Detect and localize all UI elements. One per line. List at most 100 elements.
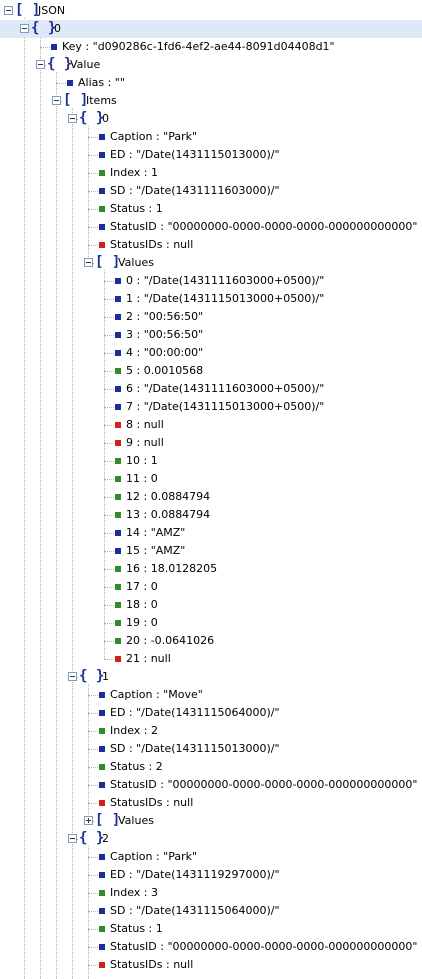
number-value-icon	[115, 458, 121, 464]
tree-node-label: StatusIDs : null	[110, 958, 194, 971]
tree-node-label: StatusID : "00000000-0000-0000-0000-0000…	[110, 220, 418, 233]
tree-node-row[interactable]: { } 2	[0, 830, 422, 848]
tree-leaf-row[interactable]: StatusID : "00000000-0000-0000-0000-0000…	[0, 776, 422, 794]
tree-node-row[interactable]: { } Value	[0, 56, 422, 74]
tree-leaf-row[interactable]: 15 : "AMZ"	[0, 542, 422, 560]
tree-node-label: 21 : null	[126, 652, 171, 665]
null-value-icon	[115, 656, 121, 662]
string-value-icon	[99, 944, 105, 950]
collapse-toggle-icon[interactable]	[68, 114, 77, 123]
tree-connector-branch	[104, 317, 114, 318]
tree-leaf-row[interactable]: 9 : null	[0, 434, 422, 452]
tree-leaf-row[interactable]: Status : 1	[0, 920, 422, 938]
array-bracket-icon: [ ]	[15, 2, 41, 18]
tree-leaf-row[interactable]: Alias : ""	[0, 74, 422, 92]
tree-leaf-row[interactable]: 1 : "/Date(1431115013000+0500)/"	[0, 290, 422, 308]
tree-leaf-row[interactable]: 19 : 0	[0, 614, 422, 632]
tree-leaf-row[interactable]: Index : 1	[0, 164, 422, 182]
tree-leaf-row[interactable]: 7 : "/Date(1431115013000+0500)/"	[0, 398, 422, 416]
tree-connector-branch	[88, 929, 98, 930]
tree-leaf-row[interactable]: 17 : 0	[0, 578, 422, 596]
tree-leaf-row[interactable]: 18 : 0	[0, 596, 422, 614]
collapse-toggle-icon[interactable]	[84, 258, 93, 267]
number-value-icon	[115, 494, 121, 500]
tree-leaf-row[interactable]: Index : 3	[0, 884, 422, 902]
tree-leaf-row[interactable]: SD : "/Date(1431111603000)/"	[0, 182, 422, 200]
tree-leaf-row[interactable]: 20 : -0.0641026	[0, 632, 422, 650]
tree-leaf-row[interactable]: 5 : 0.0010568	[0, 362, 422, 380]
tree-node-row[interactable]: { } 0	[0, 20, 422, 38]
tree-leaf-row[interactable]: Key : "d090286c-1fd6-4ef2-ae44-8091d0440…	[0, 38, 422, 56]
tree-node-label: StatusID : "00000000-0000-0000-0000-0000…	[110, 940, 418, 953]
tree-leaf-row[interactable]: StatusIDs : null	[0, 794, 422, 812]
collapse-toggle-icon[interactable]	[20, 24, 29, 33]
tree-leaf-row[interactable]: 16 : 18.0128205	[0, 560, 422, 578]
tree-leaf-row[interactable]: 14 : "AMZ"	[0, 524, 422, 542]
tree-leaf-row[interactable]: Caption : "Park"	[0, 128, 422, 146]
tree-node-label: 6 : "/Date(1431111603000+0500)/"	[126, 382, 325, 395]
string-value-icon	[115, 386, 121, 392]
collapse-toggle-icon[interactable]	[68, 672, 77, 681]
string-value-icon	[115, 350, 121, 356]
tree-node-label: ED : "/Date(1431115064000)/"	[110, 706, 280, 719]
string-value-icon	[51, 44, 57, 50]
tree-connector-branch	[104, 479, 114, 480]
tree-node-label: 13 : 0.0884794	[126, 508, 211, 521]
tree-node-label: 0	[54, 22, 61, 35]
number-value-icon	[99, 728, 105, 734]
tree-node-row[interactable]: [ ] Items	[0, 92, 422, 110]
tree-node-label: 16 : 18.0128205	[126, 562, 218, 575]
collapse-toggle-icon[interactable]	[68, 834, 77, 843]
tree-connector-branch	[88, 857, 98, 858]
tree-leaf-row[interactable]: Caption : "Park"	[0, 848, 422, 866]
tree-leaf-row[interactable]: 13 : 0.0884794	[0, 506, 422, 524]
tree-node-label: StatusID : "00000000-0000-0000-0000-0000…	[110, 778, 418, 791]
tree-connector-branch	[104, 281, 114, 282]
tree-leaf-row[interactable]: Index : 2	[0, 722, 422, 740]
tree-node-row[interactable]: { } 1	[0, 668, 422, 686]
tree-leaf-row[interactable]: 8 : null	[0, 416, 422, 434]
tree-node-label: Values	[118, 256, 154, 269]
tree-node-label: StatusIDs : null	[110, 238, 194, 251]
tree-leaf-row[interactable]: Status : 1	[0, 200, 422, 218]
tree-leaf-row[interactable]: 21 : null	[0, 650, 422, 668]
tree-node-row[interactable]: [ ] Values	[0, 254, 422, 272]
tree-leaf-row[interactable]: 4 : "00:00:00"	[0, 344, 422, 362]
tree-leaf-row[interactable]: StatusIDs : null	[0, 236, 422, 254]
tree-leaf-row[interactable]: 11 : 0	[0, 470, 422, 488]
tree-leaf-row[interactable]: 10 : 1	[0, 452, 422, 470]
tree-leaf-row[interactable]: StatusID : "00000000-0000-0000-0000-0000…	[0, 218, 422, 236]
tree-leaf-row[interactable]: SD : "/Date(1431115064000)/"	[0, 902, 422, 920]
collapse-toggle-icon[interactable]	[36, 60, 45, 69]
json-tree-view[interactable]: [ ] JSON{ } 0 Key : "d090286c-1fd6-4ef2-ae4…	[0, 0, 422, 979]
tree-leaf-row[interactable]: 2 : "00:56:50"	[0, 308, 422, 326]
tree-node-row[interactable]: [ ] JSON	[0, 2, 422, 20]
tree-node-label: 1 : "/Date(1431115013000+0500)/"	[126, 292, 325, 305]
tree-node-label: 5 : 0.0010568	[126, 364, 204, 377]
tree-node-label: 2 : "00:56:50"	[126, 310, 204, 323]
tree-node-row[interactable]: [ ] Values	[0, 812, 422, 830]
tree-leaf-row[interactable]: 3 : "00:56:50"	[0, 326, 422, 344]
tree-leaf-row[interactable]: StatusIDs : null	[0, 956, 422, 974]
tree-connector-branch	[88, 965, 98, 966]
tree-leaf-row[interactable]: ED : "/Date(1431115013000)/"	[0, 146, 422, 164]
expand-toggle-icon[interactable]	[84, 816, 93, 825]
tree-connector-branch	[88, 803, 98, 804]
collapse-toggle-icon[interactable]	[4, 6, 13, 15]
tree-leaf-row[interactable]: SD : "/Date(1431115013000)/"	[0, 740, 422, 758]
null-value-icon	[99, 242, 105, 248]
string-value-icon	[115, 530, 121, 536]
tree-leaf-row[interactable]: Caption : "Move"	[0, 686, 422, 704]
number-value-icon	[99, 764, 105, 770]
tree-leaf-row[interactable]: 0 : "/Date(1431111603000+0500)/"	[0, 272, 422, 290]
tree-leaf-row[interactable]: Status : 2	[0, 758, 422, 776]
collapse-toggle-icon[interactable]	[52, 96, 61, 105]
tree-leaf-row[interactable]: 6 : "/Date(1431111603000+0500)/"	[0, 380, 422, 398]
tree-leaf-row[interactable]: ED : "/Date(1431115064000)/"	[0, 704, 422, 722]
tree-node-label: 18 : 0	[126, 598, 158, 611]
tree-leaf-row[interactable]: 12 : 0.0884794	[0, 488, 422, 506]
tree-leaf-row[interactable]: ED : "/Date(1431119297000)/"	[0, 866, 422, 884]
tree-connector-branch	[104, 551, 114, 552]
tree-node-row[interactable]: { } 0	[0, 110, 422, 128]
tree-leaf-row[interactable]: StatusID : "00000000-0000-0000-0000-0000…	[0, 938, 422, 956]
